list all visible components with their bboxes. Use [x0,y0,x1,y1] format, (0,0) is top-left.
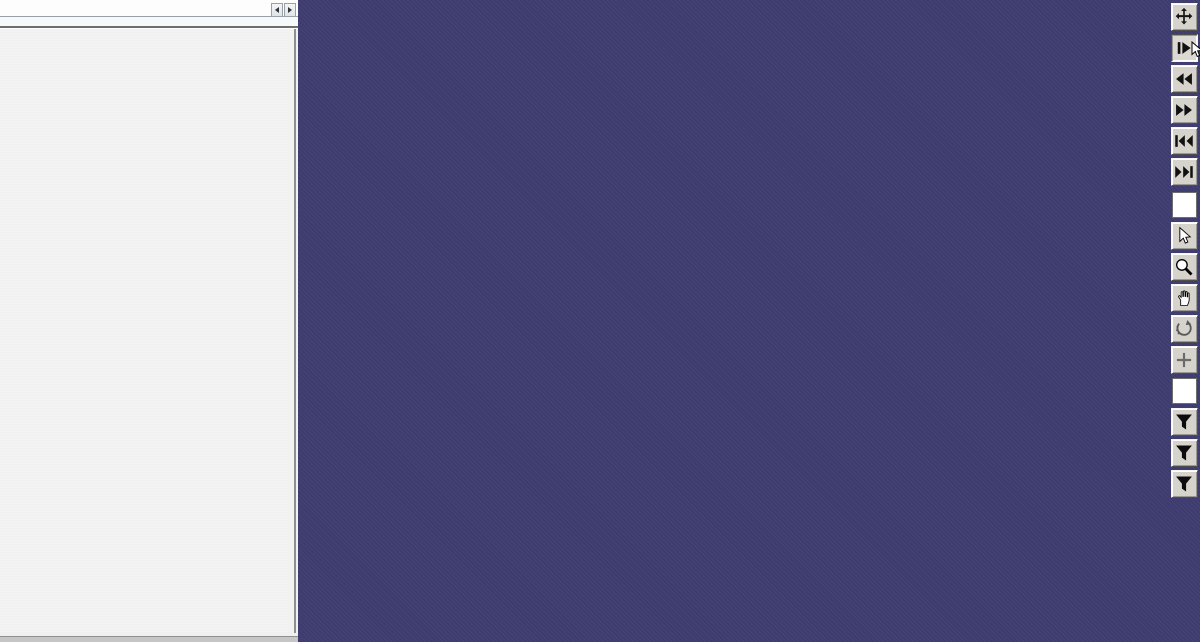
filter-d-button[interactable] [1171,439,1198,467]
tab-panel-region [0,0,298,642]
comb-channels-panel [0,29,296,633]
tab-page-strip [0,16,298,26]
tab-scrollers [270,3,296,17]
rewind-icon [1174,69,1194,89]
line-width-field[interactable] [1172,378,1197,404]
funnel-n-icon [1174,474,1194,494]
fast-forward-button[interactable] [1171,96,1198,124]
tab-scroll-right-button[interactable] [284,3,296,17]
filter-button[interactable] [1171,408,1198,436]
skip-to-end-icon [1174,162,1194,182]
rewind-button[interactable] [1171,65,1198,93]
pointer-cursor-icon [1174,226,1194,246]
rotate-3d-icon [1174,319,1194,339]
funnel-d-icon [1174,443,1194,463]
tab-scroll-left-button[interactable] [271,3,283,17]
pan-icon [1174,7,1194,27]
funnel-icon [1174,412,1194,432]
hand-tool-button[interactable] [1171,284,1198,312]
panel-bottom-edge [0,636,298,642]
crosshair-icon [1174,350,1194,370]
frame-number-field[interactable] [1172,192,1197,218]
fast-forward-icon [1174,100,1194,120]
magnifier-icon [1174,257,1194,277]
filter-n-button[interactable] [1171,470,1198,498]
pointer-tool-button[interactable] [1171,222,1198,250]
pan-button[interactable] [1171,3,1198,31]
skip-to-end-button[interactable] [1171,158,1198,186]
hand-icon [1174,288,1194,308]
zoom-tool-button[interactable] [1171,253,1198,281]
skip-to-start-button[interactable] [1171,127,1198,155]
left-arrow-icon [275,7,279,13]
rotate-tool-button[interactable] [1171,315,1198,343]
tab-strip [0,0,298,16]
crosshair-tool-button[interactable] [1171,346,1198,374]
skip-to-start-icon [1174,131,1194,151]
mouse-cursor [1191,41,1200,59]
right-arrow-icon [288,7,292,13]
figure-toolbar [1170,3,1198,501]
